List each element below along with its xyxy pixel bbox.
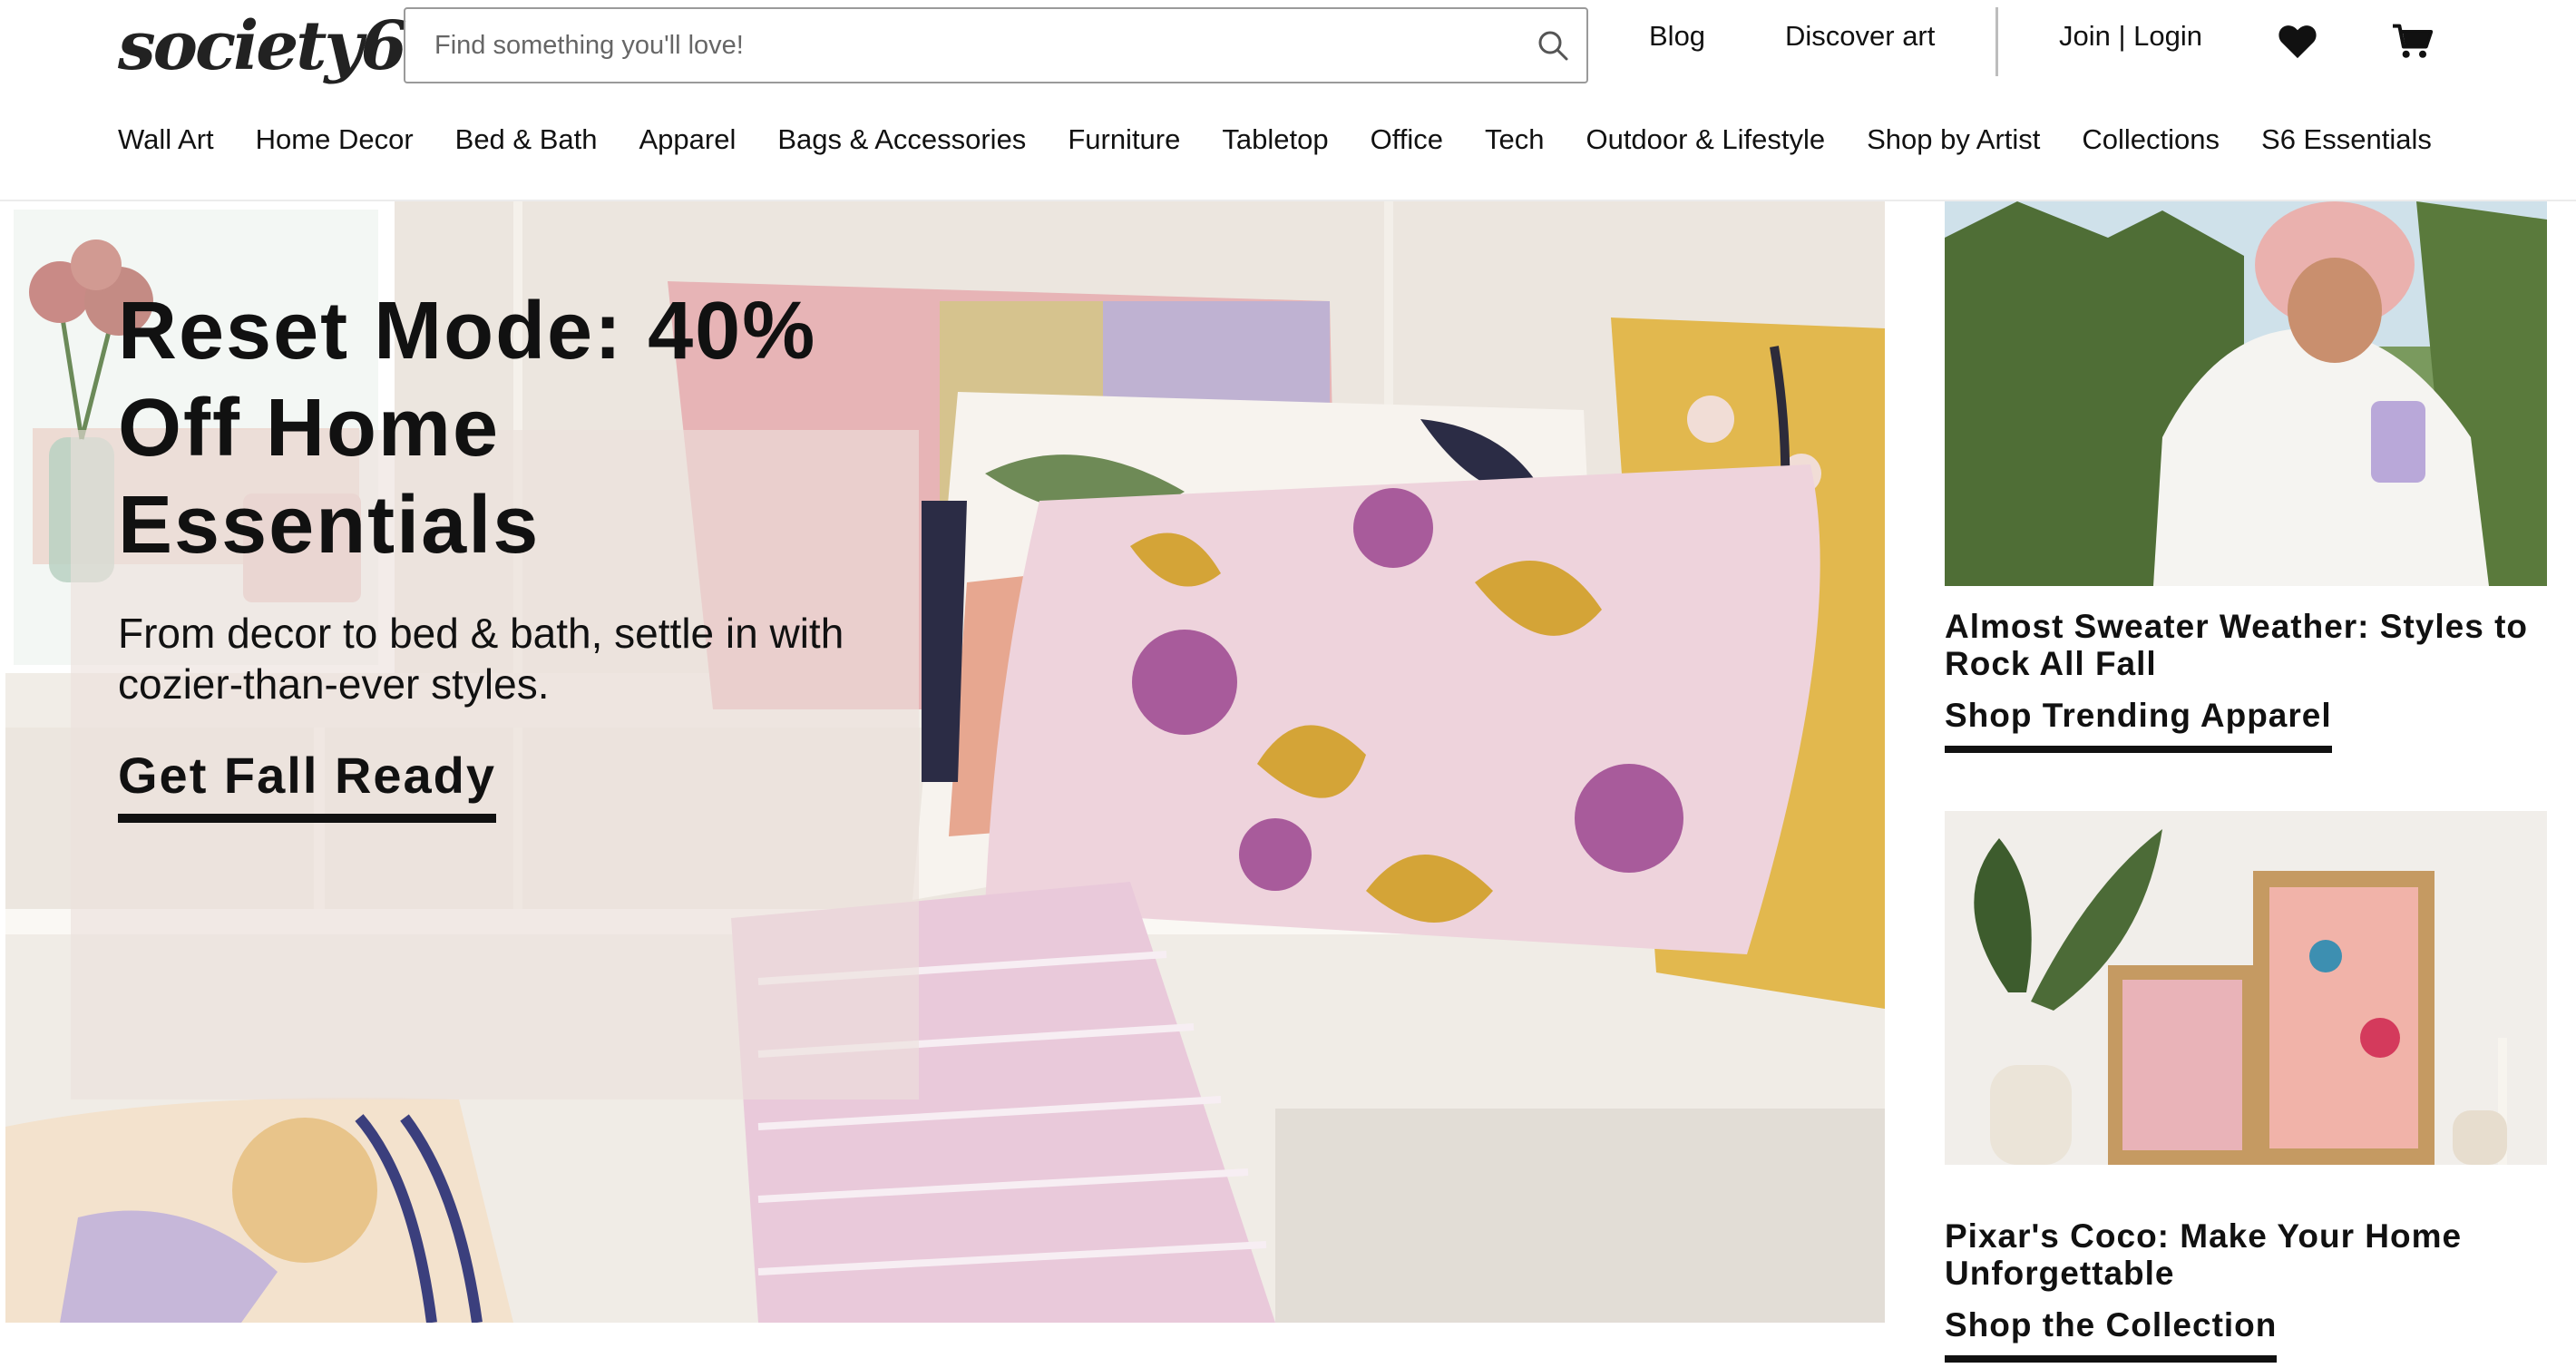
join-login-link[interactable]: Join | Login — [2059, 20, 2202, 53]
nav-item-furniture[interactable]: Furniture — [1068, 123, 1180, 156]
society6-logo[interactable]: society6 — [118, 7, 407, 85]
search-bar — [404, 7, 1588, 83]
shop-trending-apparel-link[interactable]: Shop Trending Apparel — [1945, 697, 2332, 753]
category-nav: Wall Art Home Decor Bed & Bath Apparel B… — [118, 123, 2432, 156]
shop-the-collection-link[interactable]: Shop the Collection — [1945, 1306, 2278, 1363]
nav-item-office[interactable]: Office — [1371, 123, 1443, 156]
nav-item-s6-essentials[interactable]: S6 Essentials — [2261, 123, 2432, 156]
nav-item-shop-by-artist[interactable]: Shop by Artist — [1867, 123, 2040, 156]
nav-item-tabletop[interactable]: Tabletop — [1222, 123, 1328, 156]
coco-card-title: Pixar's Coco: Make Your Home Unforgettab… — [1945, 1217, 2463, 1292]
hero-title: Reset Mode: 40% Off Home Essentials — [118, 286, 817, 571]
site-header: society6 Blog Discover art Join | Login … — [0, 0, 2576, 201]
hero-cta-link[interactable]: Get Fall Ready — [118, 746, 497, 823]
apparel-card-title: Almost Sweater Weather: Styles to Rock A… — [1945, 608, 2528, 682]
heart-icon[interactable] — [2276, 20, 2319, 64]
discover-art-link[interactable]: Discover art — [1785, 20, 1935, 53]
promo-card-apparel[interactable]: Almost Sweater Weather: Styles to Rock A… — [1945, 201, 2547, 753]
blog-link[interactable]: Blog — [1649, 20, 1705, 53]
nav-item-bed-bath[interactable]: Bed & Bath — [455, 123, 598, 156]
coco-collection-image[interactable] — [1945, 811, 2547, 1196]
search-input[interactable] — [405, 9, 1519, 82]
nav-item-apparel[interactable]: Apparel — [639, 123, 736, 156]
nav-item-wall-art[interactable]: Wall Art — [118, 123, 214, 156]
nav-item-collections[interactable]: Collections — [2082, 123, 2220, 156]
hero-subtitle: From decor to bed & bath, settle in with… — [118, 610, 844, 708]
header-divider — [1995, 7, 1998, 76]
search-icon[interactable] — [1519, 9, 1586, 82]
promo-card-coco[interactable]: Pixar's Coco: Make Your Home Unforgettab… — [1945, 811, 2547, 1363]
nav-item-home-decor[interactable]: Home Decor — [256, 123, 414, 156]
apparel-image[interactable] — [1945, 201, 2547, 586]
nav-item-outdoor-lifestyle[interactable]: Outdoor & Lifestyle — [1586, 123, 1825, 156]
nav-item-bags-accessories[interactable]: Bags & Accessories — [777, 123, 1026, 156]
nav-item-tech[interactable]: Tech — [1485, 123, 1544, 156]
cart-icon[interactable] — [2391, 20, 2435, 64]
